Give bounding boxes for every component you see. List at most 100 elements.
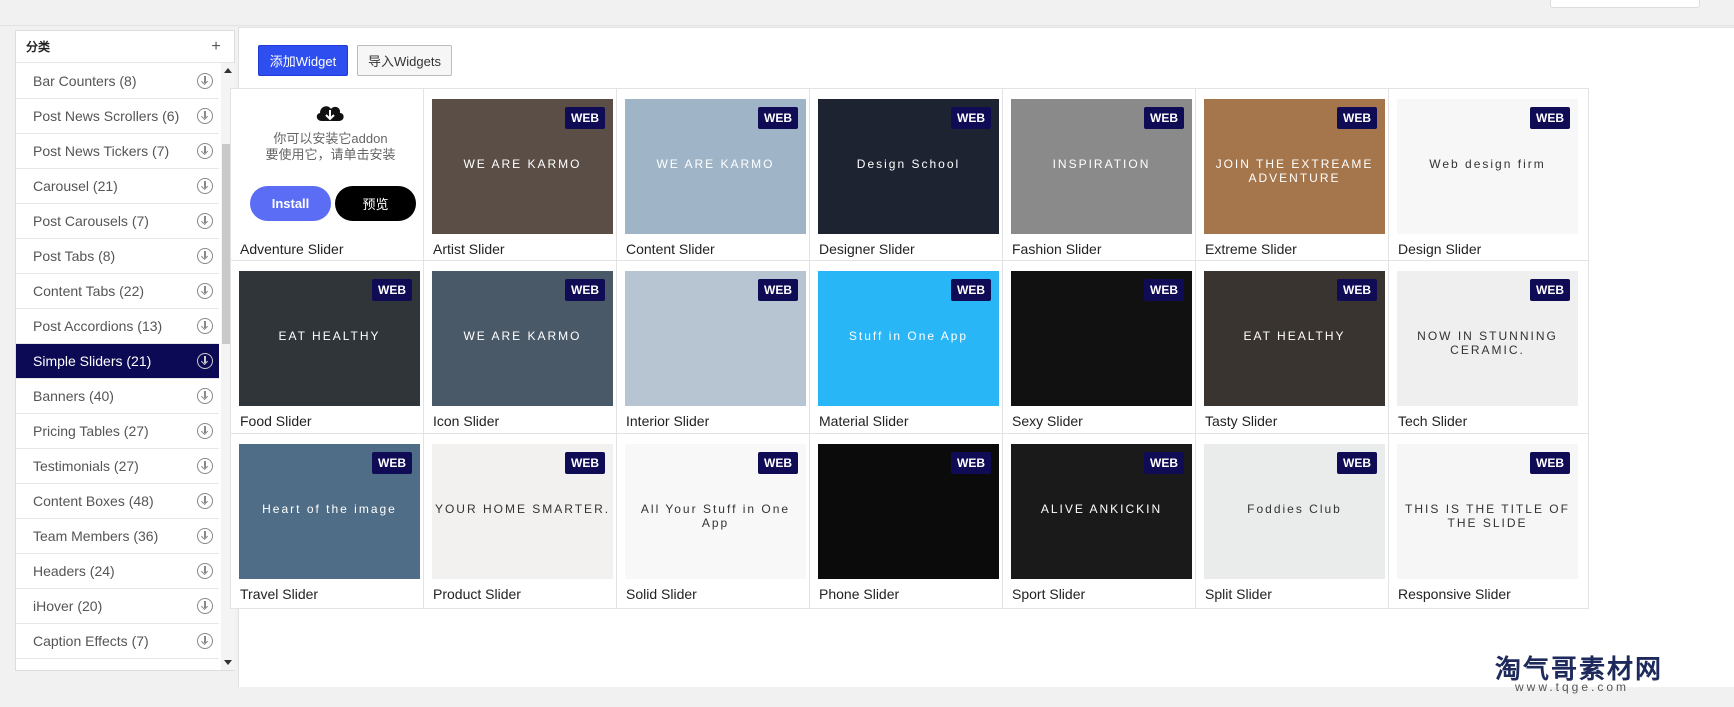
download-icon[interactable] — [197, 633, 213, 649]
thumbnail-caption: Heart of the image — [262, 502, 397, 516]
sidebar-item[interactable]: Pricing Tables (27) — [16, 414, 219, 449]
widget-thumbnail[interactable]: WEB — [1011, 271, 1192, 406]
sidebar-item[interactable]: Simple Sliders (21) — [16, 344, 219, 379]
download-icon[interactable] — [197, 178, 213, 194]
widget-thumbnail[interactable]: Heart of the image WEB — [239, 444, 420, 579]
download-icon[interactable] — [197, 458, 213, 474]
sidebar-item[interactable]: Post Carousels (7) — [16, 204, 219, 239]
widget-thumbnail[interactable]: INSPIRATION WEB — [1011, 99, 1192, 234]
widget-thumbnail[interactable]: THIS IS THE TITLE OF THE SLIDE WEB — [1397, 444, 1578, 579]
sidebar-item[interactable]: Post News Tickers (7) — [16, 134, 219, 169]
widget-card[interactable]: EAT HEALTHY WEB Tasty Slider — [1195, 260, 1396, 436]
widget-card[interactable]: THIS IS THE TITLE OF THE SLIDE WEB Respons… — [1388, 433, 1589, 609]
widget-card[interactable]: WE ARE KARMO WEB Artist Slider — [423, 88, 624, 264]
widget-card[interactable]: WE ARE KARMO WEB Icon Slider — [423, 260, 624, 436]
sidebar-item[interactable]: Carousel (21) — [16, 169, 219, 204]
sidebar-item[interactable]: Headers (24) — [16, 554, 219, 589]
bottom-bar — [0, 688, 1734, 707]
web-badge: WEB — [1530, 107, 1570, 129]
download-icon[interactable] — [197, 598, 213, 614]
sidebar-item[interactable]: Bar Counters (8) — [16, 64, 219, 99]
widget-card[interactable]: EAT HEALTHY WEB Food Slider — [230, 260, 431, 436]
widget-card[interactable]: YOUR HOME SMARTER. WEB Product Slider — [423, 433, 624, 609]
widget-thumbnail[interactable]: Web design firm WEB — [1397, 99, 1578, 234]
widget-thumbnail[interactable]: NOW IN STUNNING CERAMIC. WEB — [1397, 271, 1578, 406]
sidebar-item-label: Testimonials (27) — [33, 458, 139, 474]
widget-thumbnail[interactable]: EAT HEALTHY WEB — [239, 271, 420, 406]
widget-card[interactable]: WEB Interior Slider — [616, 260, 817, 436]
install-hint: 你可以安装它addon 要使用它，请单击安装 — [231, 131, 430, 163]
download-icon[interactable] — [197, 248, 213, 264]
sidebar-item[interactable]: Team Members (36) — [16, 519, 219, 554]
download-icon[interactable] — [197, 528, 213, 544]
install-button[interactable]: Install — [250, 186, 331, 221]
widget-card[interactable]: Web design firm WEB Design Slider — [1388, 88, 1589, 264]
sidebar-item[interactable]: Post Tabs (8) — [16, 239, 219, 274]
web-badge: WEB — [1144, 107, 1184, 129]
widget-thumbnail[interactable]: WEB — [818, 444, 999, 579]
import-widgets-button[interactable]: 导入Widgets — [357, 45, 452, 76]
sidebar-item-label: Headers (24) — [33, 563, 115, 579]
widget-card[interactable]: Heart of the image WEB Travel Slider — [230, 433, 431, 609]
widget-thumbnail[interactable]: WE ARE KARMO WEB — [625, 99, 806, 234]
widget-thumbnail[interactable]: YOUR HOME SMARTER. WEB — [432, 444, 613, 579]
sidebar-item[interactable]: Banners (40) — [16, 379, 219, 414]
thumbnail-caption: JOIN THE EXTREAME ADVENTURE — [1215, 157, 1374, 185]
sidebar-item[interactable]: iHover (20) — [16, 589, 219, 624]
category-sidebar: 分类 + Bar Counters (8) Post News Scrollers… — [15, 30, 235, 671]
download-icon[interactable] — [197, 423, 213, 439]
web-badge: WEB — [372, 452, 412, 474]
download-icon[interactable] — [197, 318, 213, 334]
thumbnail-caption: INSPIRATION — [1052, 157, 1151, 171]
widget-card[interactable]: Design School WEB Designer Slider — [809, 88, 1010, 264]
widget-thumbnail[interactable]: WEB — [625, 271, 806, 406]
download-icon[interactable] — [197, 108, 213, 124]
widget-card[interactable]: NOW IN STUNNING CERAMIC. WEB Tech Slider — [1388, 260, 1589, 436]
widget-thumbnail[interactable]: WE ARE KARMO WEB — [432, 99, 613, 234]
add-widget-button[interactable]: 添加Widget — [258, 45, 348, 76]
scroll-up-arrow-icon[interactable] — [224, 68, 232, 73]
widget-thumbnail[interactable]: JOIN THE EXTREAME ADVENTURE WEB — [1204, 99, 1385, 234]
sidebar-item[interactable]: Content Boxes (48) — [16, 484, 219, 519]
widget-main-panel: 添加Widget 导入Widgets 你可以安装它addon 要使用它，请单击安… — [230, 27, 1734, 687]
download-icon[interactable] — [197, 493, 213, 509]
widget-card[interactable]: WEB Phone Slider — [809, 433, 1010, 609]
widget-card[interactable]: JOIN THE EXTREAME ADVENTURE WEB Extreme Sl… — [1195, 88, 1396, 264]
preview-button[interactable]: 预览 — [335, 186, 416, 221]
widget-card[interactable]: Foddies Club WEB Split Slider — [1195, 433, 1396, 609]
download-icon[interactable] — [197, 353, 213, 369]
download-icon[interactable] — [197, 283, 213, 299]
widget-card[interactable]: Stuff in One App WEB Material Slider — [809, 260, 1010, 436]
widget-name: Content Slider — [626, 241, 715, 257]
widget-thumbnail[interactable]: EAT HEALTHY WEB — [1204, 271, 1385, 406]
download-icon[interactable] — [197, 388, 213, 404]
download-icon[interactable] — [197, 563, 213, 579]
widget-thumbnail[interactable]: WE ARE KARMO WEB — [432, 271, 613, 406]
sidebar-item-label: Post Tabs (8) — [33, 248, 116, 264]
widget-thumbnail[interactable]: All Your Stuff in One App WEB — [625, 444, 806, 579]
sidebar-item[interactable]: Post Accordions (13) — [16, 309, 219, 344]
top-search-input[interactable] — [1550, 0, 1700, 8]
widget-card[interactable]: WEB Sexy Slider — [1002, 260, 1203, 436]
widget-thumbnail[interactable]: ALIVE ANKICKIN WEB — [1011, 444, 1192, 579]
download-icon[interactable] — [197, 213, 213, 229]
widget-name: Food Slider — [240, 413, 312, 429]
widget-name: Tech Slider — [1398, 413, 1468, 429]
widget-card[interactable]: All Your Stuff in One App WEB Solid Slider — [616, 433, 817, 609]
download-icon[interactable] — [197, 143, 213, 159]
sidebar-item[interactable]: Caption Effects (7) — [16, 624, 219, 659]
web-badge: WEB — [1337, 107, 1377, 129]
web-badge: WEB — [372, 279, 412, 301]
widget-card[interactable]: WE ARE KARMO WEB Content Slider — [616, 88, 817, 264]
scroll-down-arrow-icon[interactable] — [224, 660, 232, 665]
download-icon[interactable] — [197, 73, 213, 89]
widget-thumbnail[interactable]: Design School WEB — [818, 99, 999, 234]
widget-thumbnail[interactable]: Stuff in One App WEB — [818, 271, 999, 406]
widget-card[interactable]: ALIVE ANKICKIN WEB Sport Slider — [1002, 433, 1203, 609]
sidebar-item[interactable]: Post News Scrollers (6) — [16, 99, 219, 134]
plus-icon[interactable]: + — [208, 38, 224, 55]
widget-thumbnail[interactable]: Foddies Club WEB — [1204, 444, 1385, 579]
sidebar-item[interactable]: Testimonials (27) — [16, 449, 219, 484]
widget-card[interactable]: INSPIRATION WEB Fashion Slider — [1002, 88, 1203, 264]
sidebar-item[interactable]: Content Tabs (22) — [16, 274, 219, 309]
